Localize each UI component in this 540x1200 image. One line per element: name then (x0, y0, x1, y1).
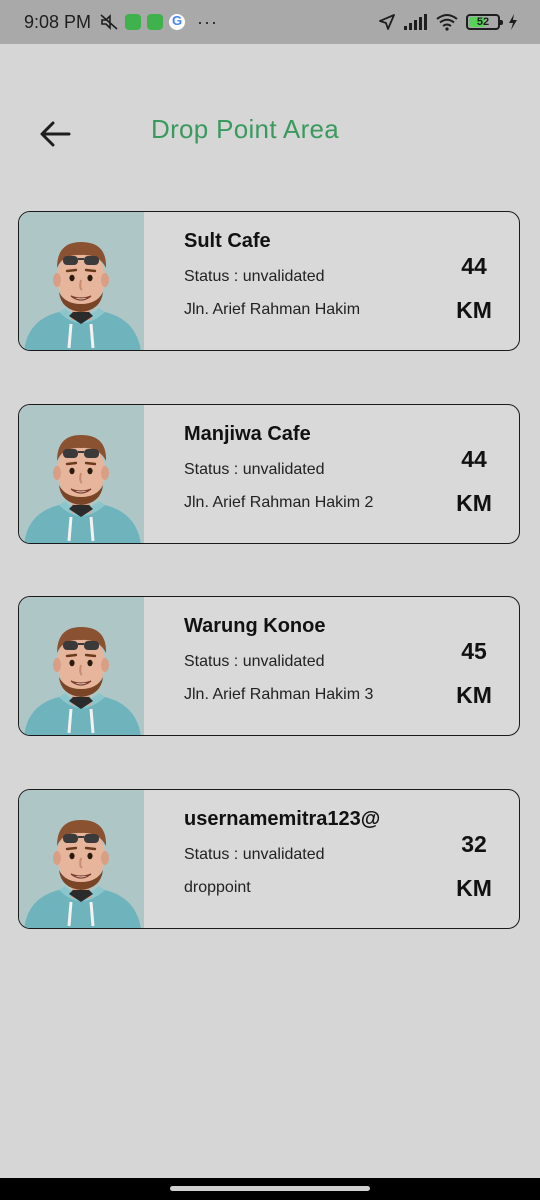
location-arrow-icon (379, 14, 395, 30)
drop-point-distance-unit: KM (456, 682, 492, 708)
drop-point-card[interactable]: Manjiwa Cafe Status : unvalidated Jln. A… (18, 404, 520, 544)
more-notifications-icon: ··· (197, 11, 219, 32)
drop-point-status: Status : unvalidated (184, 461, 325, 478)
back-button[interactable] (34, 114, 76, 154)
charging-icon (509, 14, 517, 30)
drop-point-distance-unit: KM (456, 297, 492, 323)
google-icon (169, 13, 186, 30)
drop-point-distance: 32 (461, 831, 487, 857)
drop-point-name: Warung Konoe (184, 615, 326, 637)
battery-icon: 52 (466, 14, 503, 30)
drop-point-distance: 44 (461, 446, 487, 472)
drop-point-name: usernamemitra123@ (184, 808, 381, 830)
avatar (19, 405, 144, 543)
signal-icon (404, 14, 427, 30)
drop-point-distance: 45 (461, 638, 487, 664)
app-notification-icon (147, 14, 164, 30)
app-header: Drop Point Area (0, 100, 540, 164)
battery-percentage: 52 (476, 16, 490, 28)
person-avatar-icon (24, 242, 141, 350)
avatar (19, 597, 144, 735)
drop-point-card[interactable]: Sult Cafe Status : unvalidated Jln. Arie… (18, 211, 520, 351)
avatar (19, 790, 144, 928)
status-bar-left: 9:08 PM ··· (24, 12, 218, 33)
app-notification-icon (125, 14, 142, 30)
drop-point-address: Jln. Arief Rahman Hakim (184, 301, 361, 318)
drop-point-name: Sult Cafe (184, 230, 271, 252)
person-avatar-icon (24, 820, 141, 928)
drop-point-distance: 44 (461, 253, 487, 279)
avatar (19, 212, 144, 350)
drop-point-card[interactable]: Warung Konoe Status : unvalidated Jln. A… (18, 596, 520, 736)
status-bar: 9:08 PM ··· 52 (0, 0, 540, 44)
person-avatar-icon (24, 435, 141, 543)
drop-point-address: Jln. Arief Rahman Hakim 3 (184, 686, 374, 703)
arrow-left-icon (40, 121, 71, 147)
drop-point-name: Manjiwa Cafe (184, 423, 311, 445)
mute-icon (100, 14, 118, 30)
status-bar-right: 52 (378, 13, 518, 31)
page-title: Drop Point Area (151, 114, 340, 144)
drop-point-card[interactable]: usernamemitra123@ Status : unvalidated d… (18, 789, 520, 929)
status-time: 9:08 PM (24, 11, 92, 32)
drop-point-distance-unit: KM (456, 490, 492, 516)
person-avatar-icon (24, 627, 141, 735)
drop-point-address: droppoint (184, 879, 251, 896)
drop-point-address: Jln. Arief Rahman Hakim 2 (184, 494, 374, 511)
drop-point-status: Status : unvalidated (184, 653, 325, 670)
wifi-icon (436, 14, 458, 31)
drop-point-distance-unit: KM (456, 875, 492, 901)
drop-point-status: Status : unvalidated (184, 846, 325, 863)
drop-point-status: Status : unvalidated (184, 268, 325, 285)
home-indicator[interactable] (170, 1186, 370, 1191)
system-nav-bar (0, 1178, 540, 1200)
